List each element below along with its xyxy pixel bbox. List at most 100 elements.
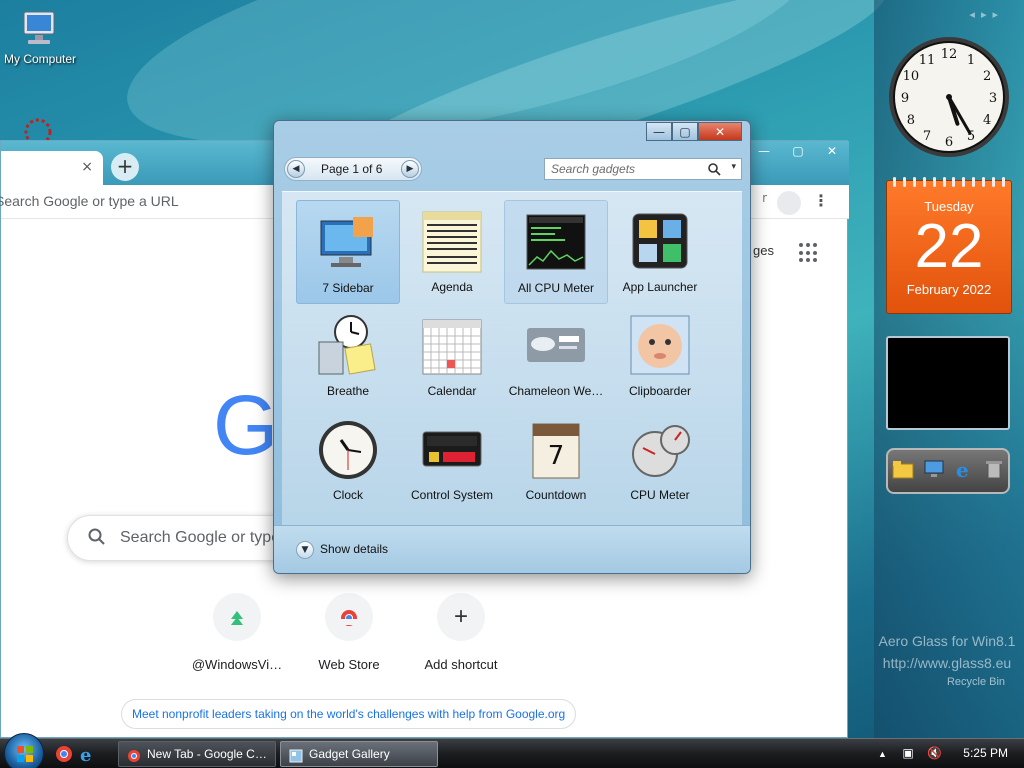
next-page-button[interactable]: ▶ [401,160,419,178]
agenda-icon [421,210,483,274]
clock-numeral: 11 [919,53,936,68]
minimize-button[interactable]: — [646,122,672,141]
calendar-gadget[interactable]: Tuesday 22 February 2022 [886,177,1012,314]
gadget-item[interactable]: Breathe [296,304,400,408]
network-tray-icon[interactable]: ▣ [902,746,913,760]
clock-numeral: 8 [907,113,915,128]
gadget-label: Countdown [525,488,587,502]
browser-window-controls: — ▢ ✕ [747,141,849,161]
internet-explorer-icon[interactable]: e [953,458,975,483]
tab-new-tab[interactable]: × [1,151,103,185]
gadget-item[interactable]: All CPU Meter [504,200,608,304]
gadget-item[interactable]: Clock [296,408,400,512]
taskbar-button-chrome[interactable]: New Tab - Google C… [118,741,276,767]
gadget-label: 7 Sidebar [322,281,374,295]
sidebar-nav-arrows[interactable]: ◂▸▸ [969,8,1004,21]
taskbar-button-gadget-gallery[interactable]: Gadget Gallery [280,741,438,767]
search-dropdown-icon[interactable]: ▾ [731,162,736,172]
gadget-label: All CPU Meter [517,281,594,295]
gadget-item[interactable]: Agenda [400,200,504,304]
tray-expand-icon[interactable]: ▲ [878,749,887,759]
clock-gadget[interactable]: 1 2 3 4 5 6 7 8 9 10 11 12 [886,34,1012,160]
apps-grid-icon[interactable] [799,243,819,263]
close-button[interactable]: ✕ [815,141,849,161]
gadget-label: CPU Meter [630,488,690,502]
blank-gadget[interactable] [886,336,1010,430]
gadget-label: Chameleon We… [508,384,604,398]
internet-explorer-icon[interactable]: e [78,744,98,766]
maximize-button[interactable]: ▢ [672,122,698,141]
profile-avatar-icon[interactable] [777,191,801,215]
maximize-button[interactable]: ▢ [781,141,815,161]
prev-page-button[interactable]: ◀ [287,160,305,178]
new-tab-button[interactable]: + [111,153,139,181]
gadget-item[interactable]: Calendar [400,304,504,408]
app-launcher-icon [629,210,691,274]
calculator-clock-icon [317,314,379,378]
shortcut-label: Web Store [318,657,380,672]
gadget-item[interactable]: App Launcher [608,200,712,304]
address-bar[interactable]: Search Google or type a URL [0,193,179,209]
clock-numeral: 9 [901,91,909,106]
clock-numeral: 7 [923,129,931,144]
show-details-bar[interactable]: ▼ Show details [274,525,750,573]
shortcut-windowsvista[interactable]: @WindowsVi… [181,593,293,672]
calendar-rings [893,177,1005,187]
cpu-graph-icon [525,211,587,275]
volume-muted-icon[interactable]: 🔇 [927,746,942,760]
svg-text:e: e [956,459,969,479]
minimize-button[interactable]: — [747,141,781,161]
computer-icon [18,8,62,50]
gadget-item[interactable]: 7 Countdown [504,408,608,512]
taskbar: e New Tab - Google C… Gadget Gallery ▲ ▣… [0,733,1024,768]
clock-numeral: 1 [967,53,975,68]
shortcut-add[interactable]: + Add shortcut [405,593,517,672]
clock-icon [317,418,379,482]
gadget-icon [289,747,303,763]
gadget-item[interactable]: Clipboarder [608,304,712,408]
gadget-item[interactable]: CPU Meter [608,408,712,512]
system-tray: ▲ ▣ 🔇 5:25 PM [878,746,1008,760]
folder-icon[interactable] [892,459,914,483]
menu-dots-icon[interactable]: ⋮ [813,191,829,210]
promo-link[interactable]: Meet nonprofit leaders taking on the wor… [121,699,577,729]
network-icon[interactable] [923,459,945,483]
desktop-icon-label: My Computer [3,52,77,66]
start-button[interactable] [4,733,44,768]
plus-icon: + [437,593,485,641]
extension-icon[interactable]: r [762,191,767,205]
chevron-down-icon[interactable]: ▼ [296,541,314,559]
search-icon[interactable] [707,161,721,180]
search-icon [88,528,106,550]
calendar-day-number: 22 [914,212,984,281]
desktop-icon-recycle-bin[interactable]: Recycle Bin [940,642,1012,688]
desktop-icon-my-computer[interactable]: My Computer [0,8,80,66]
shortcut-web-store[interactable]: Web Store [293,593,405,672]
clock-numeral: 2 [983,69,991,84]
show-details-label[interactable]: Show details [320,542,388,556]
clock-numeral: 4 [983,113,991,128]
countdown-icon: 7 [525,418,587,482]
shortcut-label: @WindowsVi… [191,657,283,672]
gadget-search-input[interactable]: Search gadgets ▾ [544,158,742,180]
gadget-label: Control System [410,488,494,502]
gadget-item[interactable]: Chameleon We… [504,304,608,408]
recycle-bin-icon [940,642,1012,676]
gallery-toolbar: ◀ Page 1 of 6 ▶ Search gadgets ▾ [282,151,742,187]
gadget-label: Clipboarder [628,384,692,398]
pager: ◀ Page 1 of 6 ▶ [284,157,422,181]
close-button[interactable]: ✕ [698,122,742,141]
clock-time[interactable]: 5:25 PM [963,746,1008,760]
clock-numeral: 6 [945,135,953,150]
launcher-gadget[interactable]: e [886,448,1010,494]
images-link[interactable]: ges [753,243,774,258]
search-placeholder: Search gadgets [551,162,636,176]
tab-close-icon[interactable]: × [81,159,93,175]
gadget-item[interactable]: Control System [400,408,504,512]
gadget-item[interactable]: 7 Sidebar [296,200,400,304]
chrome-icon[interactable] [54,744,74,764]
recycle-bin-label: Recycle Bin [946,676,1006,688]
clock-numeral: 12 [941,47,958,62]
clock-numeral: 10 [903,69,920,84]
trash-icon[interactable] [984,459,1004,483]
